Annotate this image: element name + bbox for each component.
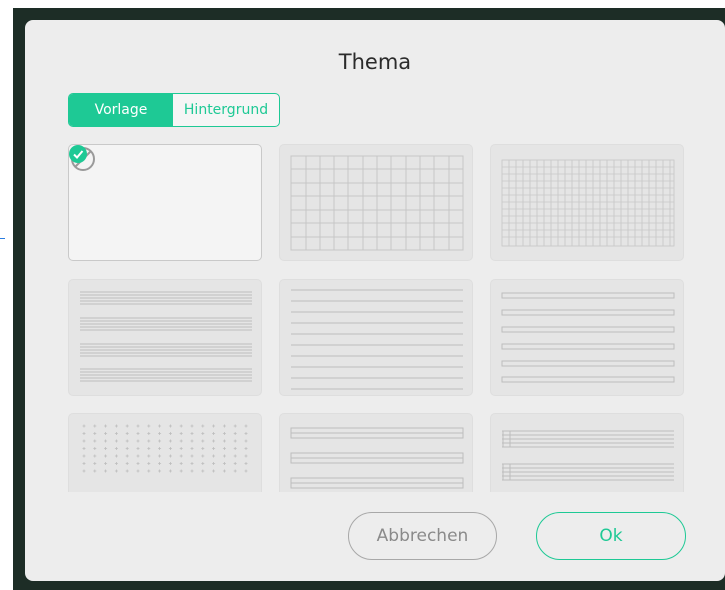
tab-vorlage[interactable]: Vorlage [69,94,173,126]
tab-hintergrund[interactable]: Hintergrund [173,94,279,126]
ok-button[interactable]: Ok [536,512,686,560]
cancel-button[interactable]: Abbrechen [348,512,497,560]
template-card-lined-wide[interactable] [490,279,684,396]
edge-indicator [0,238,5,239]
template-card-grid-small[interactable] [490,144,684,261]
template-card-lined[interactable] [279,279,473,396]
template-card-music-staff[interactable] [68,279,262,396]
template-card-dot-grid[interactable] [68,413,262,492]
lined-pattern [291,289,463,390]
theme-dialog: Thema Vorlage Hintergrund Abbrechen Ok [25,20,725,581]
template-card-grid-large[interactable] [279,144,473,261]
template-card-tab-staff[interactable] [490,413,684,492]
grid-small-pattern [501,159,675,247]
template-grid [68,144,688,492]
tab-switch: Vorlage Hintergrund [68,93,280,127]
grid-large-pattern [290,155,464,251]
lined-wide-pattern [501,292,675,383]
music-staff-pattern [80,291,252,382]
double-lines-pattern [290,427,464,489]
selected-check-icon [69,145,87,163]
dot-grid-pattern [82,424,248,473]
template-card-double-lines[interactable] [279,413,473,492]
template-card-none[interactable] [68,144,262,261]
dialog-title: Thema [338,50,412,74]
tab-staff-pattern [502,430,674,481]
